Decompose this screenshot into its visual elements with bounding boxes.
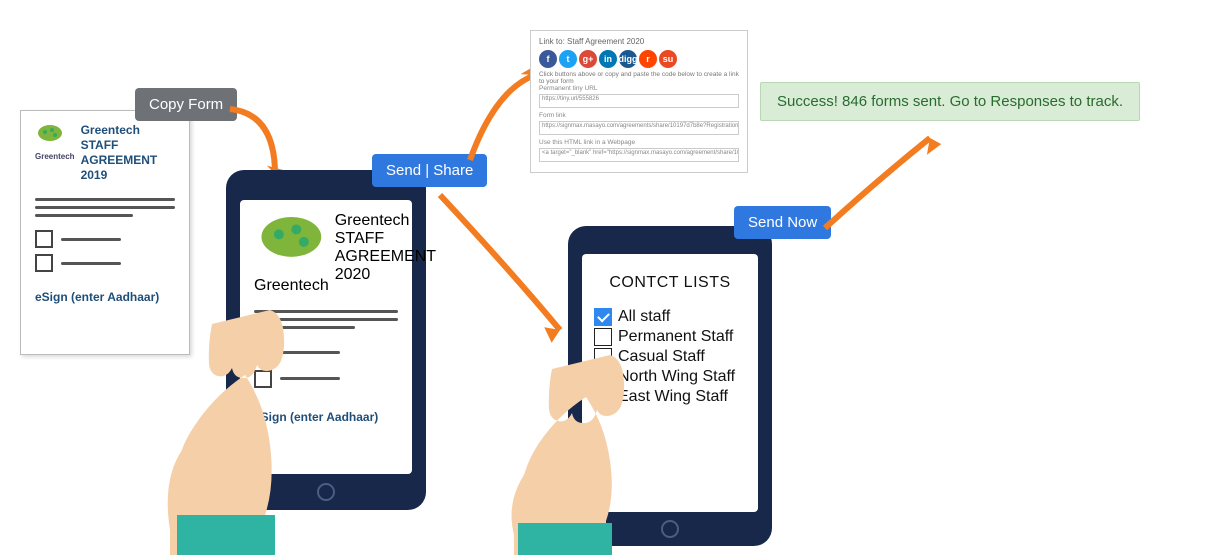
list-item-label: Permanent Staff bbox=[618, 328, 733, 346]
share-digg-icon[interactable]: digg bbox=[619, 50, 637, 68]
share-instructions: Click buttons above or copy and paste th… bbox=[539, 71, 739, 85]
share-r-icon[interactable]: r bbox=[639, 50, 657, 68]
list-item[interactable]: Permanent Staff bbox=[594, 328, 746, 346]
greentech-logo: Greentech bbox=[35, 123, 75, 161]
hand-icon bbox=[152, 310, 307, 555]
hand-icon bbox=[498, 355, 648, 555]
checkbox-icon[interactable] bbox=[594, 308, 612, 326]
copy-form-button[interactable]: Copy Form bbox=[135, 88, 237, 121]
new-doc-title: Greentech STAFF AGREEMENT 2020 bbox=[335, 212, 436, 284]
logo-caption: Greentech bbox=[35, 152, 75, 161]
logo-caption: Greentech bbox=[254, 277, 329, 295]
home-button-icon bbox=[661, 520, 679, 538]
old-doc-title: Greentech STAFF AGREEMENT 2019 bbox=[81, 123, 175, 183]
arrow-icon bbox=[820, 118, 950, 243]
tiny-url-field[interactable]: https://tiny.url/555826 bbox=[539, 94, 739, 108]
form-link-field[interactable]: https://signmax.masayo.com/agreements/sh… bbox=[539, 121, 739, 135]
checkbox-icon[interactable] bbox=[594, 328, 612, 346]
greentech-logo: Greentech bbox=[254, 212, 329, 295]
list-item-label: All staff bbox=[618, 308, 670, 326]
send-now-button[interactable]: Send Now bbox=[734, 206, 831, 239]
home-button-icon bbox=[317, 483, 335, 501]
esign-label: eSign (enter Aadhaar) bbox=[35, 290, 175, 304]
share-in-icon[interactable]: in bbox=[599, 50, 617, 68]
html-link-field[interactable]: <a target="_blank" href="https://signmax… bbox=[539, 148, 739, 162]
share-su-icon[interactable]: su bbox=[659, 50, 677, 68]
list-item[interactable]: All staff bbox=[594, 308, 746, 326]
arrow-icon bbox=[430, 190, 580, 365]
share-t-icon[interactable]: t bbox=[559, 50, 577, 68]
share-panel: Link to: Staff Agreement 2020 ftg+indigg… bbox=[530, 30, 748, 173]
checkbox-icon bbox=[35, 230, 53, 248]
share-panel-header: Link to: Staff Agreement 2020 bbox=[539, 37, 739, 46]
share-g+-icon[interactable]: g+ bbox=[579, 50, 597, 68]
share-icons-row: ftg+indiggrsu bbox=[539, 50, 739, 68]
contact-lists-title: CONTCT LISTS bbox=[594, 274, 746, 292]
success-banner: Success! 846 forms sent. Go to Responses… bbox=[760, 82, 1140, 121]
checkbox-icon bbox=[35, 254, 53, 272]
share-f-icon[interactable]: f bbox=[539, 50, 557, 68]
